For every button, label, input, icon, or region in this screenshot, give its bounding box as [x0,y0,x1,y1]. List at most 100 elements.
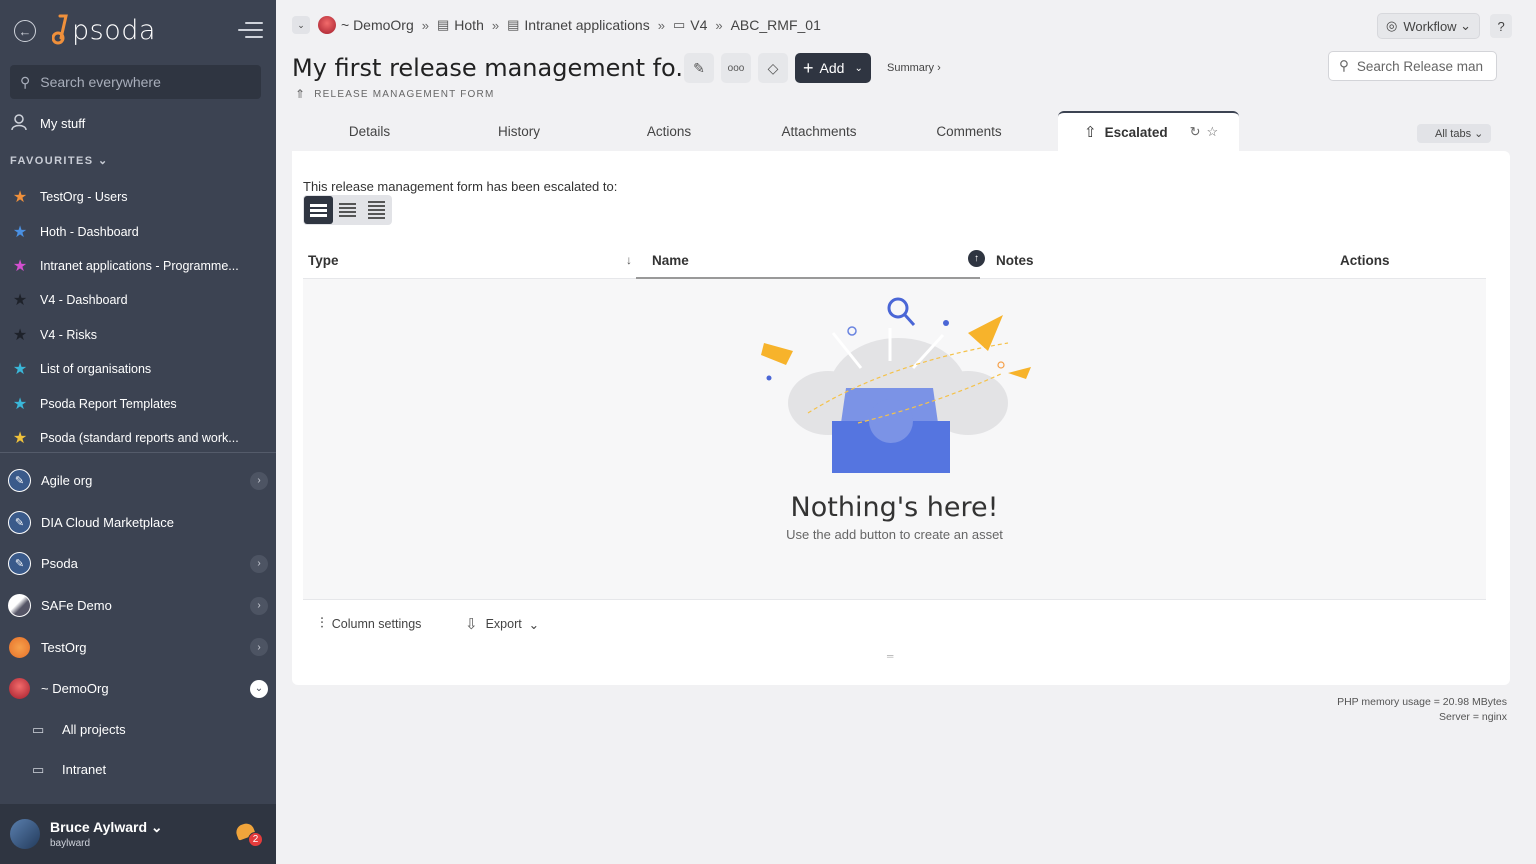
org-item-psoda[interactable]: ✎ Psoda › [8,543,268,585]
page-title: My first release management fo... [292,54,699,82]
add-button[interactable]: + Add ⌄ [795,53,871,83]
my-stuff-link[interactable]: My stuff [10,113,85,134]
star-icon: ★ [12,257,28,275]
view-compact-icon[interactable] [333,196,362,224]
tab-escalated[interactable]: ⇧ Escalated ↻☆ [1058,111,1239,151]
page-scrollbar[interactable] [1528,0,1536,864]
empty-state: Nothing's here! Use the add button to cr… [303,279,1486,599]
empty-state-title: Nothing's here! [790,492,999,523]
edit-icon[interactable]: ✎ [684,53,714,83]
favourite-item[interactable]: ★ V4 - Risks [10,318,260,352]
sort-up-icon[interactable]: ↑ [968,250,985,267]
favourite-label: Psoda (standard reports and work... [40,430,239,445]
favourite-item[interactable]: ★ Intranet applications - Programme... [10,249,260,283]
breadcrumb-item[interactable]: V4 [690,17,707,33]
favourite-item[interactable]: ★ List of organisations [10,352,260,386]
org-item-testorg[interactable]: TestOrg › [8,626,268,668]
org-logo-icon [318,16,336,34]
back-icon[interactable]: ← [14,20,36,42]
panel-footer-divider [303,599,1486,600]
org-item-demoorg[interactable]: ~ DemoOrg ⌄ [8,668,268,710]
separator-icon: » [715,17,723,33]
tab-bar: Details History Actions Attachments Comm… [292,111,1510,151]
breadcrumb: ⌄ ~ DemoOrg » ▤ Hoth » ▤ Intranet applic… [292,15,821,35]
folder-icon: ▭ [672,17,686,32]
favourite-item[interactable]: ★ Psoda Report Templates [10,386,260,420]
org-item-dia-cloud[interactable]: ✎ DIA Cloud Marketplace [8,502,268,544]
collapse-menu-icon[interactable] [238,22,263,40]
org-label: ~ DemoOrg [41,681,109,697]
org-label: SAFe Demo [41,598,112,614]
empty-inbox-illustration [761,297,1031,473]
sort-down-icon[interactable]: ↓ [626,253,632,267]
all-tabs-button[interactable]: All tabs ⌄ [1417,124,1492,143]
favourite-item[interactable]: ★ Hoth - Dashboard [10,214,260,248]
chevron-right-icon[interactable]: › [250,554,268,573]
breadcrumb-org[interactable]: ~ DemoOrg [341,17,414,33]
column-header-type[interactable]: Type [308,241,339,279]
star-icon: ★ [12,361,28,379]
org-label: Agile org [41,473,93,489]
my-stuff-label: My stuff [40,116,86,131]
breadcrumb-item[interactable]: Hoth [454,17,484,33]
breadcrumb-item[interactable]: Intranet applications [524,17,649,33]
sub-item-all-projects[interactable]: ▭ All projects [8,710,268,750]
tag-icon[interactable]: ◇ [758,53,788,83]
programme-icon: ▤ [436,17,450,32]
resize-handle-icon[interactable]: ═ [887,651,893,661]
org-label: TestOrg [41,639,87,655]
sub-item-intranet[interactable]: ▭ Intranet [8,750,268,790]
favourite-label: Intranet applications - Programme... [40,258,239,273]
org-label: Psoda [41,556,78,572]
column-header-notes[interactable]: Notes [996,241,1034,279]
tab-actions[interactable]: Actions [594,111,744,151]
favourite-item[interactable]: ★ Psoda (standard reports and work... [10,421,260,455]
column-settings-button[interactable]: ⫶ Column settings [320,615,421,632]
refresh-star-icons[interactable]: ↻☆ [1190,124,1225,140]
user-icon [10,113,30,134]
favourite-item[interactable]: ★ V4 - Dashboard [10,283,260,317]
logo[interactable]: psoda [52,14,156,46]
chevron-down-icon[interactable]: ⌄ [250,679,268,698]
breadcrumb-dropdown-icon[interactable]: ⌄ [292,16,310,34]
view-density-toggle [303,195,392,225]
view-comfortable-icon[interactable] [304,196,333,224]
tab-attachments[interactable]: Attachments [744,111,894,151]
workflow-button[interactable]: ◎ Workflow ⌄ [1377,13,1481,39]
escalated-intro: This release management form has been es… [303,179,618,194]
export-button[interactable]: ⇩ Export ⌄ [465,615,539,633]
org-item-safe-demo[interactable]: SAFe Demo › [8,585,268,627]
help-button[interactable]: ? [1490,14,1513,38]
summary-link[interactable]: Summary › [887,62,941,74]
user-panel[interactable]: Bruce Aylward ⌄ baylward 2 [0,804,276,864]
sidebar-search-input[interactable]: ⚲ Search everywhere [10,65,261,99]
more-options-icon[interactable]: ooo [721,53,751,83]
column-header-name[interactable]: Name [652,241,689,279]
search-placeholder: Search everywhere [40,74,161,90]
chevron-right-icon[interactable]: › [250,638,268,657]
favourites-header[interactable]: FAVOURITES ⌄ [10,154,109,167]
org-label: DIA Cloud Marketplace [41,514,174,530]
search-release-placeholder: Search Release man [1356,58,1483,74]
avatar [10,819,40,849]
chevron-right-icon[interactable]: › [250,471,268,490]
tab-comments[interactable]: Comments [894,111,1044,151]
star-icon: ★ [12,395,28,413]
search-release-input[interactable]: ⚲ Search Release man [1328,51,1497,81]
chevron-right-icon[interactable]: › [250,596,268,615]
table-header: Type ↓ Name ↑ Notes Actions [303,241,1486,279]
org-logo-icon [8,677,31,701]
programme-icon: ▤ [507,17,520,32]
sidebar-top: ← psoda [0,0,276,64]
favourite-item[interactable]: ★ TestOrg - Users [10,180,260,214]
tab-details[interactable]: Details [292,111,447,151]
view-dense-icon[interactable] [362,196,391,224]
org-logo-icon: ✎ [8,469,31,493]
star-icon: ★ [12,292,28,310]
org-item-agile-org[interactable]: ✎ Agile org › [8,460,268,502]
notifications-icon[interactable]: 2 [234,821,263,848]
escalate-icon: ⇧ [1084,124,1097,141]
sub-item-label: Intranet [62,762,107,778]
tab-history[interactable]: History [444,111,594,151]
star-icon: ★ [12,326,28,344]
